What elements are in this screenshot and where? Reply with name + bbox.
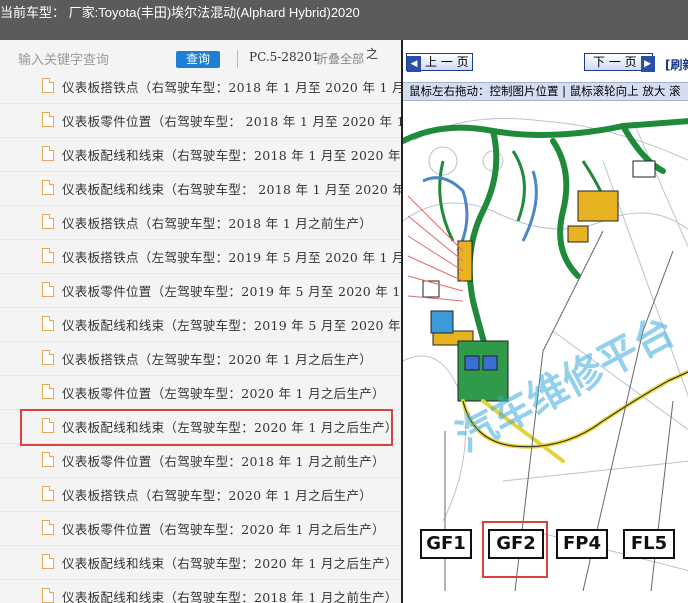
list-item-label: 仪表板配线和线束（右驾驶车型：2018 年 1 月至 2020 年 — [62, 148, 401, 163]
list-item[interactable]: 仪表板配线和线束（右驾驶车型：2018 年 1 月之前生产） — [0, 580, 401, 603]
list-item[interactable]: 仪表板零件位置（左驾驶车型：2019 年 5 月至 2020 年 1 — [0, 274, 401, 308]
next-page-label: 下 一 页 — [593, 55, 637, 69]
connector-label-fp4[interactable]: FP4 — [556, 529, 608, 559]
list-item-label: 仪表板配线和线束（右驾驶车型：2018 年 1 月之前生产） — [62, 590, 398, 603]
list-item[interactable]: 仪表板配线和线束（左驾驶车型：2020 年 1 月之后生产） — [0, 410, 401, 444]
list-item[interactable]: 仪表板配线和线束（右驾驶车型：2020 年 1 月之后生产） — [0, 546, 401, 580]
list-item[interactable]: 仪表板零件位置（右驾驶车型： 2018 年 1 月至 2020 年 1 — [0, 104, 401, 138]
divider — [237, 50, 238, 68]
document-icon — [42, 418, 54, 433]
document-icon — [42, 282, 54, 297]
list-item-label: 仪表板配线和线束（右驾驶车型： 2018 年 1 月至 2020 年 — [62, 182, 401, 197]
window-title: 当前车型： 厂家:Toyota(丰田)埃尔法混动(Alphard Hybrid)… — [0, 0, 688, 40]
next-page-button[interactable]: 下 一 页 ▶ — [584, 53, 655, 72]
list-item[interactable]: 仪表板搭铁点（右驾驶车型：2020 年 1 月之后生产） — [0, 478, 401, 512]
list-item-label: 仪表板配线和线束（右驾驶车型：2020 年 1 月之后生产） — [62, 556, 398, 571]
list-item[interactable]: 仪表板配线和线束（右驾驶车型：2018 年 1 月至 2020 年 — [0, 138, 401, 172]
prev-page-button[interactable]: ◀ 上 一 页 — [406, 53, 473, 72]
list-item[interactable]: 仪表板零件位置（右驾驶车型：2020 年 1 月之后生产） — [0, 512, 401, 546]
arrow-right-icon: ▶ — [640, 56, 655, 72]
search-input[interactable] — [18, 50, 168, 70]
viewer-toolbar: ◀ 上 一 页 下 一 页▶ [刷新 — [403, 40, 688, 82]
document-icon — [42, 520, 54, 535]
document-icon — [42, 78, 54, 93]
fold-all-button[interactable]: 折叠全部 — [316, 50, 364, 67]
list-item-label: 仪表板搭铁点（左驾驶车型：2019 年 5 月至 2020 年 1 月 — [62, 250, 401, 265]
list-item[interactable]: 仪表板配线和线束（右驾驶车型： 2018 年 1 月至 2020 年 — [0, 172, 401, 206]
viewer-hint: 鼠标左右拖动：控制图片位置 | 鼠标滚轮向上 放大 滚 — [403, 82, 688, 101]
document-icon — [42, 350, 54, 365]
document-icon — [42, 452, 54, 467]
document-tree-panel: 查询 PC.5-28201 折叠全部 之 仪表板搭铁点（右驾驶车型：2018 年… — [0, 40, 401, 603]
list-item[interactable]: 仪表板零件位置（右驾驶车型：2018 年 1 月之前生产） — [0, 444, 401, 478]
list-item[interactable]: 仪表板零件位置（左驾驶车型：2020 年 1 月之后生产） — [0, 376, 401, 410]
list-item-label: 仪表板搭铁点（右驾驶车型：2020 年 1 月之后生产） — [62, 488, 373, 503]
document-list: 仪表板搭铁点（右驾驶车型：2018 年 1 月至 2020 年 1 月仪表板零件… — [0, 70, 401, 603]
document-icon — [42, 316, 54, 331]
list-item-label: 仪表板搭铁点（右驾驶车型：2018 年 1 月之前生产） — [62, 216, 373, 231]
list-item[interactable]: 仪表板搭铁点（右驾驶车型：2018 年 1 月之前生产） — [0, 206, 401, 240]
refresh-link[interactable]: [刷新 — [665, 56, 688, 73]
truncated-tab[interactable]: 之 — [366, 45, 378, 62]
list-item-label: 仪表板零件位置（左驾驶车型：2020 年 1 月之后生产） — [62, 386, 385, 401]
query-button[interactable]: 查询 — [176, 51, 220, 68]
document-icon — [42, 146, 54, 161]
document-icon — [42, 554, 54, 569]
document-icon — [42, 486, 54, 501]
document-icon — [42, 248, 54, 263]
arrow-left-icon: ◀ — [407, 56, 421, 72]
prev-page-label: 上 一 页 — [425, 55, 469, 69]
pc-code: PC.5-28201 — [249, 50, 320, 64]
list-item[interactable]: 仪表板配线和线束（左驾驶车型：2019 年 5 月至 2020 年 — [0, 308, 401, 342]
list-item[interactable]: 仪表板搭铁点（左驾驶车型：2020 年 1 月之后生产） — [0, 342, 401, 376]
list-item[interactable]: 仪表板搭铁点（左驾驶车型：2019 年 5 月至 2020 年 1 月 — [0, 240, 401, 274]
list-item[interactable]: 仪表板搭铁点（右驾驶车型：2018 年 1 月至 2020 年 1 月 — [0, 70, 401, 104]
connector-label-fl5[interactable]: FL5 — [623, 529, 675, 559]
list-item-label: 仪表板配线和线束（左驾驶车型：2019 年 5 月至 2020 年 — [62, 318, 401, 333]
list-item-label: 仪表板配线和线束（左驾驶车型：2020 年 1 月之后生产） — [62, 420, 398, 435]
connector-label-gf2[interactable]: GF2 — [488, 529, 544, 559]
document-icon — [42, 214, 54, 229]
document-icon — [42, 180, 54, 195]
connector-label-gf1[interactable]: GF1 — [420, 529, 472, 559]
list-item-label: 仪表板零件位置（右驾驶车型：2018 年 1 月之前生产） — [62, 454, 385, 469]
list-item-label: 仪表板零件位置（右驾驶车型：2020 年 1 月之后生产） — [62, 522, 385, 537]
list-item-label: 仪表板搭铁点（右驾驶车型：2018 年 1 月至 2020 年 1 月 — [62, 80, 401, 95]
list-item-label: 仪表板搭铁点（左驾驶车型：2020 年 1 月之后生产） — [62, 352, 373, 367]
document-icon — [42, 588, 54, 603]
list-item-label: 仪表板零件位置（右驾驶车型： 2018 年 1 月至 2020 年 1 — [62, 114, 401, 129]
document-icon — [42, 384, 54, 399]
diagram-viewer: ◀ 上 一 页 下 一 页▶ [刷新 鼠标左右拖动：控制图片位置 | 鼠标滚轮向上… — [401, 40, 688, 603]
document-icon — [42, 112, 54, 127]
list-item-label: 仪表板零件位置（左驾驶车型：2019 年 5 月至 2020 年 1 — [62, 284, 401, 299]
